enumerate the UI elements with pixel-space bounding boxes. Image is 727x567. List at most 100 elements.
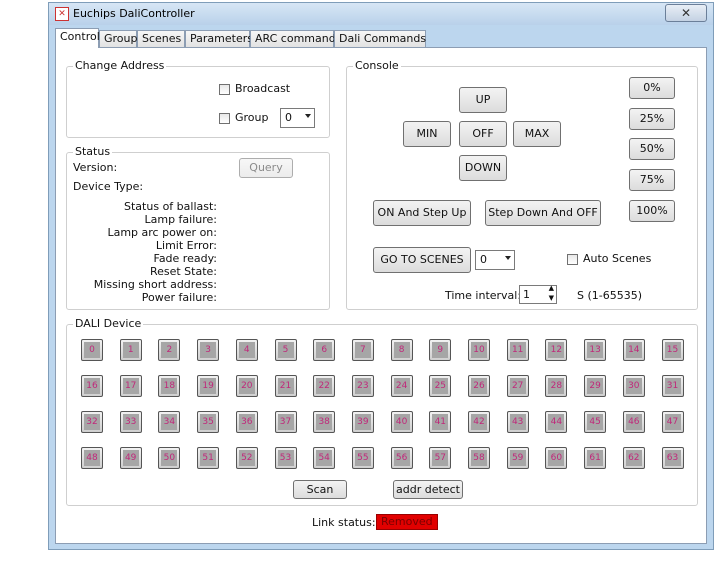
dali-device-39[interactable]: 39 <box>351 411 374 433</box>
dali-device-15[interactable]: 15 <box>661 339 684 361</box>
dali-device-52[interactable]: 52 <box>235 447 258 469</box>
level-75-button[interactable]: 75% <box>629 169 675 191</box>
dali-device-59[interactable]: 59 <box>506 447 529 469</box>
tab-parameters[interactable]: Parameters <box>185 30 253 47</box>
min-button[interactable]: MIN <box>403 121 451 147</box>
dali-device-35[interactable]: 35 <box>197 411 220 433</box>
dali-device-27[interactable]: 27 <box>506 375 529 397</box>
dali-device-0[interactable]: 0 <box>81 339 103 361</box>
dali-device-63[interactable]: 63 <box>661 447 684 469</box>
dali-device-48[interactable]: 48 <box>81 447 103 469</box>
dali-device-label: 2 <box>161 342 178 358</box>
tab-dali-commands[interactable]: Dali Commands <box>334 30 426 47</box>
dali-device-20[interactable]: 20 <box>235 375 258 397</box>
dali-device-25[interactable]: 25 <box>429 375 452 397</box>
dali-device-50[interactable]: 50 <box>158 447 181 469</box>
addr-detect-button[interactable]: addr detect <box>393 480 463 499</box>
auto-scenes-checkbox[interactable] <box>567 254 578 265</box>
dali-device-45[interactable]: 45 <box>584 411 607 433</box>
tab-arc-command[interactable]: ARC command <box>250 30 336 47</box>
dali-device-7[interactable]: 7 <box>351 339 374 361</box>
group-checkbox[interactable] <box>219 113 230 124</box>
dali-device-11[interactable]: 11 <box>506 339 529 361</box>
spin-up-icon[interactable]: ▲ <box>549 284 554 292</box>
dali-device-61[interactable]: 61 <box>584 447 607 469</box>
spin-down-icon[interactable]: ▼ <box>549 294 554 302</box>
dali-device-22[interactable]: 22 <box>313 375 336 397</box>
broadcast-label: Broadcast <box>235 82 291 95</box>
level-100-button[interactable]: 100% <box>629 200 675 222</box>
title-bar[interactable]: ✕ Euchips DaliController ✕ <box>49 3 713 25</box>
dali-device-47[interactable]: 47 <box>661 411 684 433</box>
dali-device-33[interactable]: 33 <box>119 411 142 433</box>
dali-device-30[interactable]: 30 <box>622 375 645 397</box>
dali-device-58[interactable]: 58 <box>468 447 490 469</box>
status-ballast-label: Status of ballast: <box>124 200 217 213</box>
scene-select[interactable]: 0 <box>475 250 515 270</box>
dali-device-1[interactable]: 1 <box>119 339 142 361</box>
off-button[interactable]: OFF <box>459 121 507 147</box>
scan-button[interactable]: Scan <box>293 480 347 499</box>
broadcast-checkbox[interactable] <box>219 84 230 95</box>
dali-device-21[interactable]: 21 <box>274 375 297 397</box>
dali-device-3[interactable]: 3 <box>197 339 220 361</box>
dali-device-9[interactable]: 9 <box>429 339 452 361</box>
tab-scenes[interactable]: Scenes <box>137 30 185 47</box>
dali-device-28[interactable]: 28 <box>545 375 568 397</box>
dali-device-5[interactable]: 5 <box>274 339 297 361</box>
step-down-off-button[interactable]: Step Down And OFF <box>485 200 601 226</box>
max-button[interactable]: MAX <box>513 121 561 147</box>
app-logo-icon: ✕ <box>55 7 69 21</box>
dali-device-57[interactable]: 57 <box>429 447 452 469</box>
dali-device-41[interactable]: 41 <box>429 411 452 433</box>
tab-control[interactable]: Control <box>55 28 100 48</box>
level-50-button[interactable]: 50% <box>629 138 675 160</box>
dali-device-19[interactable]: 19 <box>197 375 220 397</box>
dali-device-29[interactable]: 29 <box>584 375 607 397</box>
dali-device-51[interactable]: 51 <box>197 447 220 469</box>
dali-device-6[interactable]: 6 <box>313 339 336 361</box>
dali-device-42[interactable]: 42 <box>468 411 490 433</box>
dali-device-54[interactable]: 54 <box>313 447 336 469</box>
dali-device-56[interactable]: 56 <box>390 447 413 469</box>
dali-device-32[interactable]: 32 <box>81 411 103 433</box>
dali-device-16[interactable]: 16 <box>81 375 103 397</box>
dali-device-24[interactable]: 24 <box>390 375 413 397</box>
dali-device-34[interactable]: 34 <box>158 411 181 433</box>
dali-device-12[interactable]: 12 <box>545 339 568 361</box>
dali-device-36[interactable]: 36 <box>235 411 258 433</box>
dali-device-10[interactable]: 10 <box>468 339 490 361</box>
query-button[interactable]: Query <box>239 158 293 178</box>
dali-device-53[interactable]: 53 <box>274 447 297 469</box>
dali-device-23[interactable]: 23 <box>351 375 374 397</box>
dali-device-38[interactable]: 38 <box>313 411 336 433</box>
level-25-button[interactable]: 25% <box>629 108 675 130</box>
dali-device-2[interactable]: 2 <box>158 339 181 361</box>
time-interval-input[interactable]: 1 ▲ ▼ <box>519 284 557 304</box>
down-button[interactable]: DOWN <box>459 155 507 181</box>
dali-device-60[interactable]: 60 <box>545 447 568 469</box>
dali-device-40[interactable]: 40 <box>390 411 413 433</box>
dali-device-49[interactable]: 49 <box>119 447 142 469</box>
dali-device-14[interactable]: 14 <box>622 339 645 361</box>
on-step-up-button[interactable]: ON And Step Up <box>373 200 471 226</box>
dali-device-37[interactable]: 37 <box>274 411 297 433</box>
dali-device-17[interactable]: 17 <box>119 375 142 397</box>
dali-device-26[interactable]: 26 <box>468 375 490 397</box>
dali-device-13[interactable]: 13 <box>584 339 607 361</box>
close-button[interactable]: ✕ <box>665 4 707 22</box>
dali-device-62[interactable]: 62 <box>622 447 645 469</box>
dali-device-44[interactable]: 44 <box>545 411 568 433</box>
tab-group[interactable]: Group <box>99 30 138 47</box>
level-0-button[interactable]: 0% <box>629 77 675 99</box>
dali-device-18[interactable]: 18 <box>158 375 181 397</box>
dali-device-55[interactable]: 55 <box>351 447 374 469</box>
group-select[interactable]: 0 <box>280 108 315 128</box>
dali-device-8[interactable]: 8 <box>390 339 413 361</box>
dali-device-43[interactable]: 43 <box>506 411 529 433</box>
dali-device-31[interactable]: 31 <box>661 375 684 397</box>
up-button[interactable]: UP <box>459 87 507 113</box>
go-to-scenes-button[interactable]: GO TO SCENES <box>373 247 471 273</box>
dali-device-4[interactable]: 4 <box>235 339 258 361</box>
dali-device-46[interactable]: 46 <box>622 411 645 433</box>
